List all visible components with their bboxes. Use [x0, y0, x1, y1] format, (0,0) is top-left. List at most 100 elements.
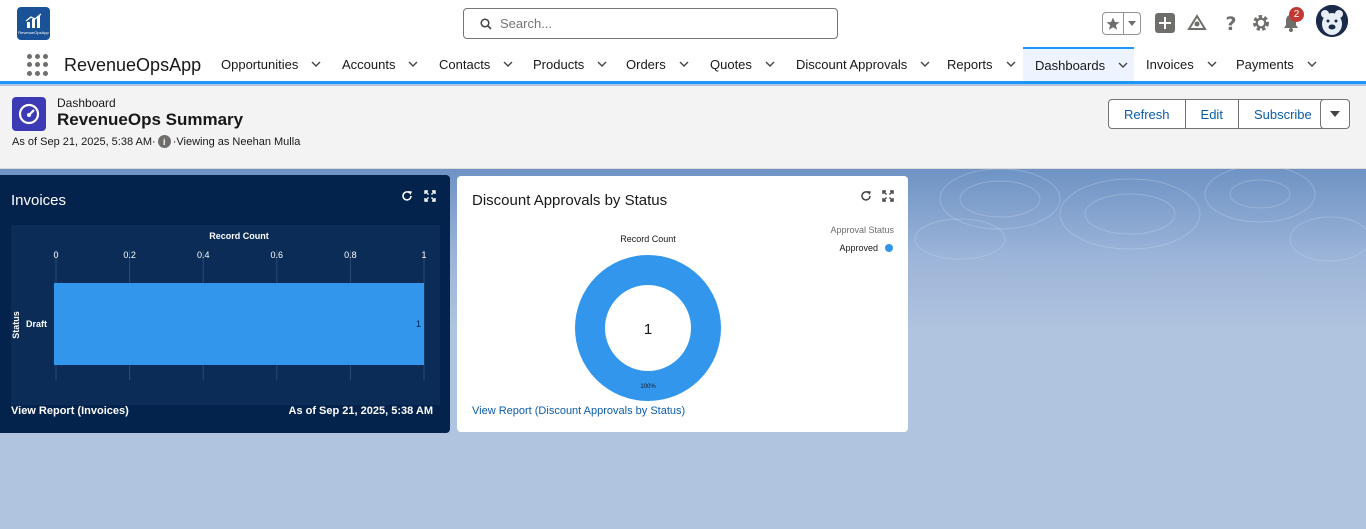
gauge-icon: [18, 103, 40, 125]
view-report-link[interactable]: View Report (Invoices): [11, 405, 129, 417]
waffle-dot: [35, 70, 40, 76]
more-actions-button[interactable]: [1320, 99, 1350, 129]
dashboard-page-header: Dashboard RevenueOps Summary As of Sep 2…: [0, 86, 1366, 169]
view-report-link[interactable]: View Report (Discount Approvals by Statu…: [472, 405, 685, 417]
refresh-icon: [402, 191, 412, 201]
global-actions-button[interactable]: [1155, 13, 1175, 33]
nav-item-opportunities[interactable]: Opportunities: [209, 47, 322, 81]
chevron-down-icon[interactable]: [1117, 59, 1129, 71]
caret-down-icon: [1128, 20, 1137, 26]
avatar-bear-icon: [1316, 5, 1348, 37]
nav-item-label: Orders: [626, 56, 666, 72]
help-button[interactable]: ?: [1221, 13, 1241, 33]
bar: [54, 283, 424, 365]
widget-refresh-button[interactable]: [400, 189, 414, 203]
slice-percent-label: 100%: [640, 384, 656, 390]
favorites-button-group: [1102, 12, 1141, 35]
app-logo[interactable]: RevenueOpsApp: [17, 7, 50, 40]
chevron-down-icon[interactable]: [310, 58, 322, 70]
svg-text:?: ?: [1225, 13, 1236, 33]
nav-item-dashboards[interactable]: Dashboards: [1023, 47, 1134, 81]
favorites-dropdown-button[interactable]: [1124, 13, 1140, 34]
nav-item-payments[interactable]: Payments: [1224, 47, 1318, 81]
chevron-down-icon[interactable]: [1306, 58, 1318, 70]
info-icon[interactable]: i: [157, 135, 171, 148]
x-tick-label: 0: [53, 250, 58, 260]
search-input[interactable]: [500, 16, 800, 31]
widget-title: Discount Approvals by Status: [472, 192, 668, 209]
object-type-label: Dashboard: [57, 96, 116, 110]
chevron-down-icon[interactable]: [502, 58, 514, 70]
nav-item-label: Invoices: [1146, 56, 1194, 72]
discount-approvals-widget: Discount Approvals by Status Record Coun…: [457, 176, 908, 432]
nav-item-invoices[interactable]: Invoices: [1134, 47, 1218, 81]
chevron-down-icon[interactable]: [764, 58, 776, 70]
notification-badge: 2: [1289, 7, 1304, 22]
waffle-dot: [27, 62, 32, 68]
donut-center-label: 1: [644, 321, 652, 338]
viewing-as-text: ·Viewing as Neehan Mulla: [172, 135, 301, 148]
trailhead-icon: [1187, 14, 1207, 30]
edit-button[interactable]: Edit: [1184, 99, 1239, 129]
chevron-down-icon[interactable]: [1005, 58, 1017, 70]
legend-swatch: [885, 244, 893, 252]
chevron-down-icon[interactable]: [407, 58, 419, 70]
nav-item-quotes[interactable]: Quotes: [698, 47, 776, 81]
waffle-dot: [27, 54, 32, 59]
global-search[interactable]: [463, 8, 838, 39]
chevron-down-icon[interactable]: [596, 58, 608, 70]
user-avatar[interactable]: [1316, 5, 1348, 37]
setup-button[interactable]: [1251, 13, 1271, 33]
waffle-dot: [35, 62, 40, 68]
dashboard-actions: Refresh Edit Subscribe: [1108, 99, 1328, 129]
legend-title: Approval Status: [830, 225, 894, 235]
subscribe-button[interactable]: Subscribe: [1237, 99, 1328, 129]
legend-item-label: Approved: [839, 243, 878, 253]
widget-refresh-button[interactable]: [859, 189, 873, 203]
x-tick-label: 0.6: [271, 250, 284, 260]
gear-icon: [1253, 15, 1269, 31]
dashboard-icon: [12, 97, 46, 131]
x-tick-label: 0.2: [123, 250, 136, 260]
help-icon: ?: [1225, 13, 1236, 33]
widget-expand-button[interactable]: [881, 189, 895, 203]
invoices-widget: Invoices Record Count 0 0.2 0.4 0.6 0.8 1 Draft…: [0, 175, 450, 433]
app-launcher-button[interactable]: [27, 54, 49, 76]
logo-text: RevenueOpsApp: [18, 29, 49, 35]
nav-item-contacts[interactable]: Contacts: [427, 47, 514, 81]
nav-item-label: Quotes: [710, 56, 752, 72]
nav-item-orders[interactable]: Orders: [614, 47, 690, 81]
x-tick-label: 1: [421, 250, 426, 260]
favorite-star-button[interactable]: [1103, 13, 1125, 34]
nav-item-discount-approvals[interactable]: Discount Approvals: [784, 47, 931, 81]
nav-item-products[interactable]: Products: [521, 47, 608, 81]
discount-approvals-donut-chart: Record Count 100% 1 Approval Status Approved: [472, 222, 896, 407]
widget-expand-button[interactable]: [423, 189, 437, 203]
donut-chart-svg: Record Count 100% 1 Approval Status Approved: [575, 225, 894, 401]
caret-down-icon: [1330, 110, 1340, 117]
waffle-dot: [43, 62, 48, 68]
waffle-dot: [27, 70, 32, 76]
refresh-button[interactable]: Refresh: [1108, 99, 1186, 129]
add-icon: [1155, 13, 1175, 33]
expand-icon: [424, 190, 436, 202]
refresh-icon: [861, 191, 871, 201]
page-title: RevenueOps Summary: [57, 110, 244, 129]
chevron-down-icon[interactable]: [919, 58, 931, 70]
nav-item-label: Contacts: [439, 56, 491, 72]
chevron-down-icon[interactable]: [678, 58, 690, 70]
waffle-dot: [43, 54, 48, 59]
nav-item-accounts[interactable]: Accounts: [330, 47, 419, 81]
app-nav-bar: RevenueOpsApp Opportunities Accounts Con…: [0, 47, 1366, 84]
expand-icon: [882, 190, 894, 202]
chevron-down-icon[interactable]: [1206, 58, 1218, 70]
waffle-dot: [43, 70, 48, 76]
invoices-bar-chart: Record Count 0 0.2 0.4 0.6 0.8 1 Draft 1 Status: [11, 225, 440, 405]
nav-item-label: Accounts: [342, 56, 396, 72]
x-tick-label: 0.8: [344, 250, 357, 260]
search-icon: [480, 17, 492, 30]
nav-item-label: Dashboards: [1035, 57, 1106, 73]
nav-item-reports[interactable]: Reports: [935, 47, 1017, 81]
trailhead-button[interactable]: [1187, 13, 1207, 33]
bar-chart-svg: Record Count 0 0.2 0.4 0.6 0.8 1 Draft 1 Status: [11, 231, 427, 380]
